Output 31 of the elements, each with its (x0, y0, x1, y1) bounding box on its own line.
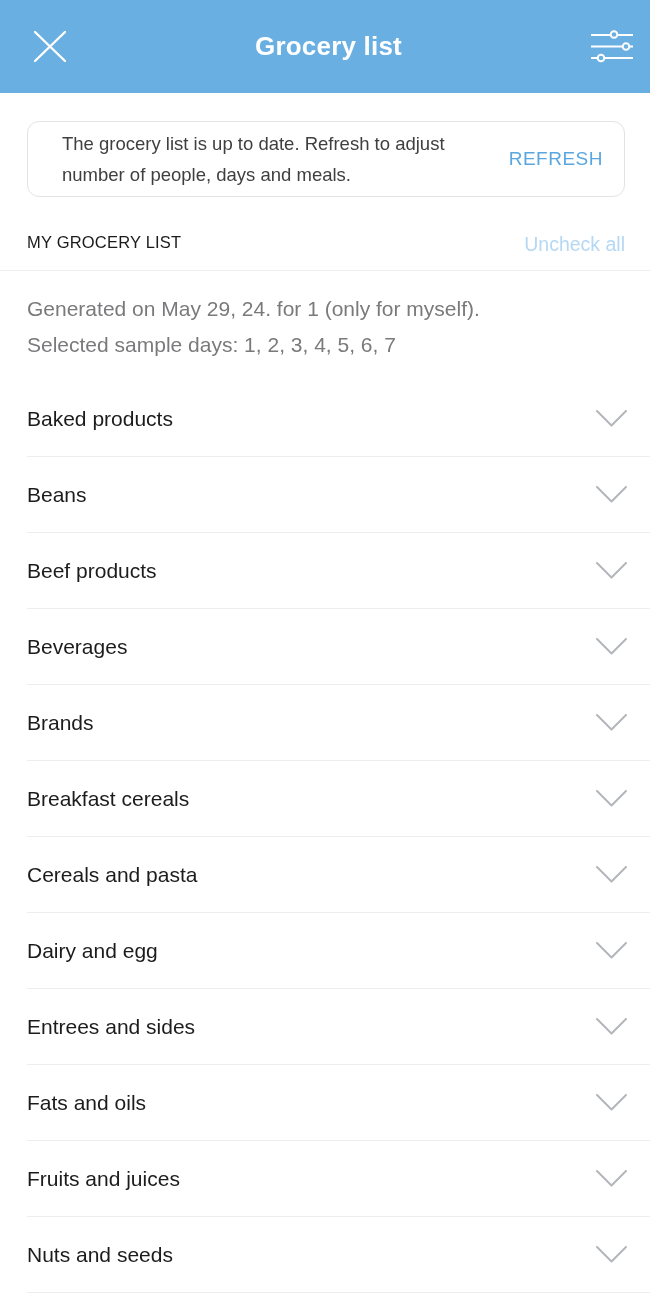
chevron-down-icon (596, 1094, 627, 1111)
category-label: Fats and oils (27, 1090, 147, 1115)
close-icon[interactable] (34, 31, 66, 62)
chevron-down-icon (596, 1170, 627, 1187)
category-label: Beverages (27, 634, 128, 659)
category-label: Fruits and juices (27, 1166, 180, 1191)
chevron-down-icon (596, 1018, 627, 1035)
category-label: Baked products (27, 406, 173, 431)
info-text: Selected sample days: 1, 2, 3, 4, 5, 6, 7 (27, 332, 397, 358)
page-title: Grocery list (255, 31, 402, 62)
category-label: Nuts and seeds (27, 1242, 173, 1267)
section-title: MY GROCERY LIST (27, 233, 182, 252)
settings-sliders-icon[interactable] (591, 30, 633, 63)
chevron-down-icon (596, 486, 627, 503)
info-text: Generated on May 29, 24. for 1 (only for myself). (27, 296, 481, 322)
category-label: Brands (27, 710, 94, 735)
category-label: Entrees and sides (27, 1014, 196, 1039)
category-label: Breakfast cereals (27, 786, 190, 811)
chevron-down-icon (596, 638, 627, 655)
status-notice-text: The grocery list is up to date. Refresh to adjust number of people, days and meals. (62, 132, 446, 187)
chevron-down-icon (596, 790, 627, 807)
chevron-down-icon (596, 866, 627, 883)
category-label: Dairy and egg (27, 938, 158, 963)
category-label: Cereals and pasta (27, 862, 198, 887)
chevron-down-icon (596, 942, 627, 959)
chevron-down-icon (596, 562, 627, 579)
category-label: Beans (27, 482, 87, 507)
chevron-down-icon (596, 410, 627, 427)
chevron-down-icon (596, 1246, 627, 1263)
category-label: Beef products (27, 558, 157, 583)
chevron-down-icon (596, 714, 627, 731)
